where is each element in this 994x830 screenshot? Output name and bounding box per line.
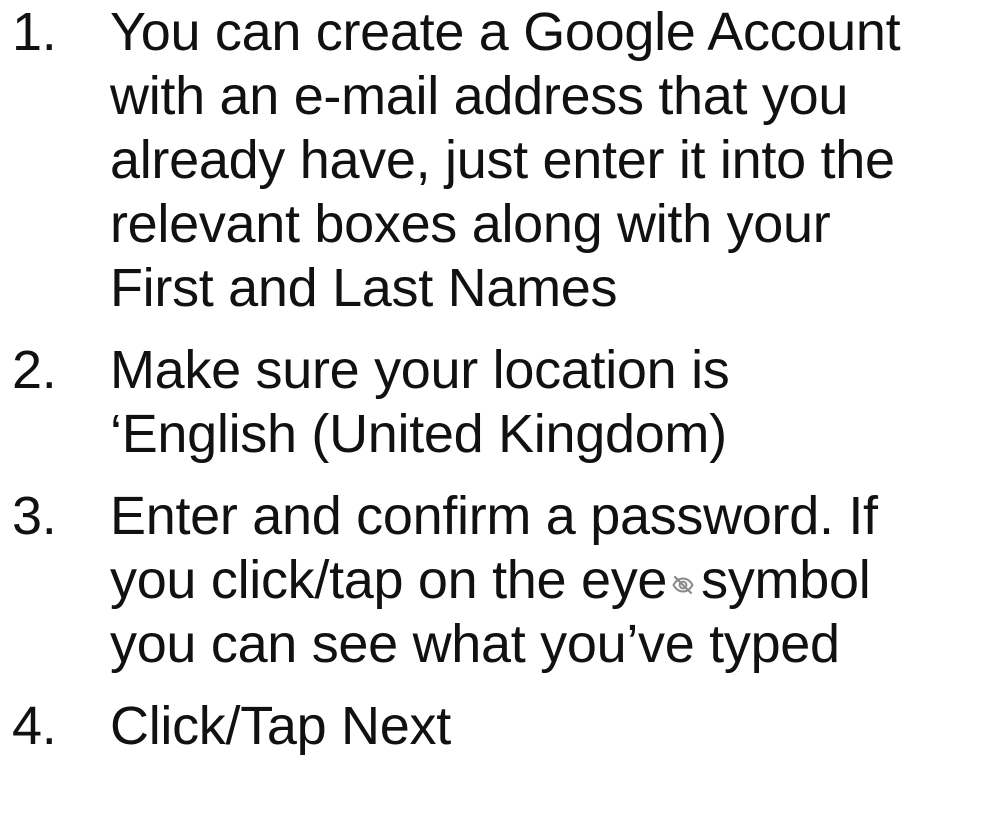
step-number: 2. [12,340,57,400]
instruction-step-4: 4. Click/Tap Next [12,694,987,758]
eye-off-icon [671,573,695,597]
step-text-line: First and Last Names [110,258,618,318]
instruction-list: 1. You can create a Google Account with … [12,0,987,758]
step-text-line: relevant boxes along with your [110,194,831,254]
step-number: 1. [12,2,57,62]
step-text-line: with an e-mail address that you [110,66,849,126]
step-text-line-with-icon: you click/tap on the eye symbol [110,548,987,612]
instruction-step-2: 2. Make sure your location is ‘English (… [12,338,987,466]
step-number: 3. [12,486,57,546]
step-text-line: ‘English (United Kingdom) [110,404,727,464]
step-text-line: Click/Tap Next [110,696,451,756]
step-number: 4. [12,696,57,756]
step-text-line: You can create a Google Account [110,2,901,62]
step-text-line: Make sure your location is [110,340,730,400]
step-text-line: Enter and confirm a password. If [110,486,878,546]
instruction-step-1: 1. You can create a Google Account with … [12,0,987,320]
step-text-line: you can see what you’ve typed [110,614,840,674]
step-text-segment: symbol [701,550,871,610]
step-text-line: already have, just enter it into the [110,130,895,190]
step-text-segment: you click/tap on the eye [110,550,668,610]
instruction-step-3: 3. Enter and confirm a password. If you … [12,484,987,676]
